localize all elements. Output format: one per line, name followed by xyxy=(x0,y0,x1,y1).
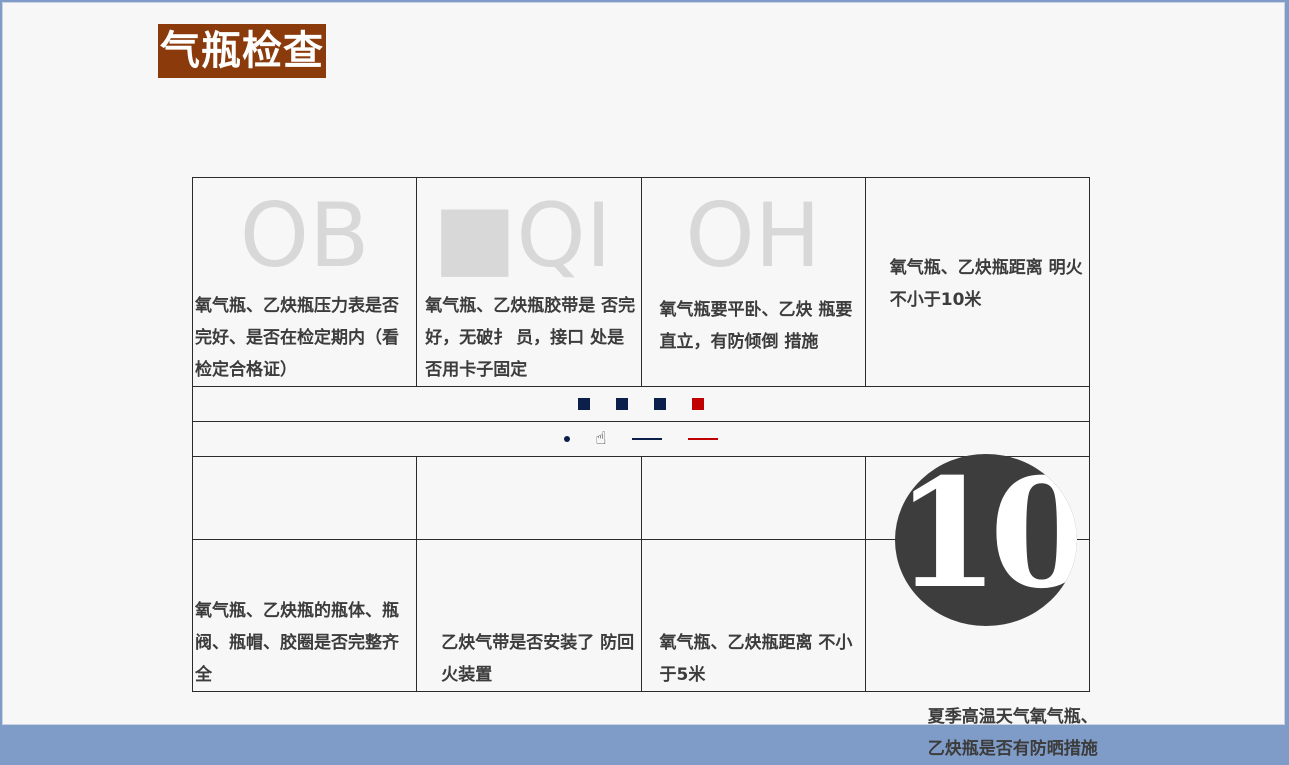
table-cell: 氧气瓶、乙炔瓶的瓶体、瓶阀、瓶帽、胶圈是否完整齐全 xyxy=(191,539,418,692)
table-cell: 乙炔气带是否安装了 防回火装置 xyxy=(416,539,642,692)
check-item: 氧气瓶、乙炔瓶胶带是 否完好，无破扌 员，接口 处是否用卡子固定 xyxy=(425,296,636,380)
table-row: OB 氧气瓶、乙炔瓶压力表是否完好、是否在检定期内（看检定合格证） ■QI 氧气… xyxy=(191,177,1091,387)
bullet-dot-icon xyxy=(563,436,570,442)
watermark-text: OB xyxy=(239,184,370,287)
table-row xyxy=(192,386,1090,422)
table-cell xyxy=(640,456,866,540)
check-item: 夏季高温天气氧气瓶、乙炔瓶是否有防晒措施 xyxy=(927,707,1098,759)
pointing-hand-icon: ☝ xyxy=(595,428,607,449)
page-title: 气瓶检查 xyxy=(158,24,326,78)
number-badge: 10 xyxy=(895,454,1077,626)
check-item: 氧气瓶、乙炔瓶的瓶体、瓶阀、瓶帽、胶圈是否完整齐全 xyxy=(195,601,399,685)
marker-row xyxy=(192,386,1090,422)
slide: 气瓶检查 OB 氧气瓶、乙炔瓶压力表是否完好、是否在检定期内（看检定合格证） ■… xyxy=(2,2,1285,759)
check-item: 氧气瓶要平卧、乙炔 瓶要直立，有防倾倒 措施 xyxy=(659,300,853,352)
marker-row: ☝ xyxy=(192,421,1090,457)
table-cell: ■QI 氧气瓶、乙炔瓶胶带是 否完好，无破扌 员，接口 处是否用卡子固定 xyxy=(416,177,642,387)
table-row: ☝ xyxy=(192,421,1090,457)
red-dash-icon xyxy=(688,438,719,440)
check-item: 氧气瓶、乙炔瓶距离 不小于5米 xyxy=(659,633,853,685)
table-cell xyxy=(191,456,418,540)
check-item: 氧气瓶、乙炔瓶距离 明火不小于10米 xyxy=(889,258,1083,310)
table-cell: OB 氧气瓶、乙炔瓶压力表是否完好、是否在检定期内（看检定合格证） xyxy=(191,177,418,387)
table-cell: 氧气瓶、乙炔瓶距离 明火不小于10米 xyxy=(864,177,1091,387)
check-item: 氧气瓶、乙炔瓶压力表是否完好、是否在检定期内（看检定合格证） xyxy=(195,296,399,380)
table-cell xyxy=(416,456,642,540)
watermark-text: ■QI xyxy=(433,184,612,287)
red-square-icon xyxy=(692,398,704,410)
navy-square-icon xyxy=(654,398,666,410)
table-cell: OH 氧气瓶要平卧、乙炔 瓶要直立，有防倾倒 措施 xyxy=(640,177,866,387)
navy-dash-icon xyxy=(632,438,663,440)
navy-square-icon xyxy=(578,398,590,410)
table-cell: 氧气瓶、乙炔瓶距离 不小于5米 xyxy=(640,539,866,692)
navy-square-icon xyxy=(616,398,628,410)
check-item: 乙炔气带是否安装了 防回火装置 xyxy=(441,633,635,685)
watermark-text: OH xyxy=(685,184,821,287)
badge-number: 10 xyxy=(895,454,1077,622)
